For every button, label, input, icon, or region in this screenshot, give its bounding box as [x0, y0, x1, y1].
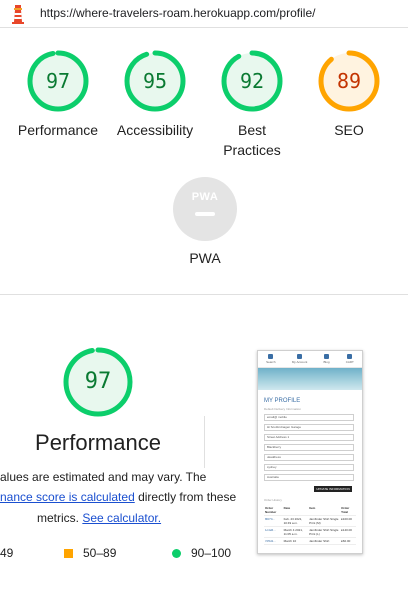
- score-calculation-link[interactable]: nance score is calculated: [0, 490, 135, 504]
- thumb-field: email@ mobile: [264, 414, 354, 421]
- legend-average-text: 50–89: [83, 546, 117, 560]
- thumb-nav: Search My Account Blog CART: [258, 351, 362, 368]
- gauge-seo-label: SEO: [334, 122, 364, 138]
- gauge-accessibility-label: Accessibility: [116, 122, 194, 138]
- estimate-note-line3-pre: metrics.: [37, 511, 83, 525]
- page-screenshot-thumbnail[interactable]: Search My Account Blog CART MY PROFILE D…: [257, 350, 363, 554]
- gauge-seo-score: 89: [336, 69, 362, 93]
- thumb-order-table: Order Number Date Item Order Total 8bf74...…: [264, 505, 356, 545]
- thumb-update-button: UPDATE INFORMATION: [314, 486, 352, 492]
- thumb-field: sydney: [264, 464, 354, 471]
- performance-detail-score: 97: [84, 369, 112, 394]
- estimate-note-line2-rest: directly from these: [134, 490, 237, 504]
- thumb-nav-item: Search: [266, 354, 276, 364]
- estimate-note-line3: metrics. See calculator.: [37, 511, 161, 525]
- legend-pass: 90–100: [172, 546, 231, 560]
- gauge-best-practices-label: Best Practices: [223, 122, 281, 158]
- square-icon: [64, 549, 73, 559]
- thumb-section-label: Default Delivery Information: [264, 407, 302, 411]
- thumb-page-title: MY PROFILE: [264, 398, 301, 404]
- section-divider: [0, 294, 408, 295]
- performance-detail-title: Performance: [35, 430, 161, 455]
- thumb-field: ukaddress: [264, 454, 354, 461]
- gauge-seo-ring: 89: [317, 49, 381, 113]
- lighthouse-icon: [10, 4, 26, 29]
- legend-fail: 49: [0, 546, 13, 560]
- circle-icon: [172, 549, 181, 559]
- estimate-note-line1: alues are estimated and may vary. The: [0, 470, 207, 484]
- thumb-nav-item: My Account: [292, 354, 307, 364]
- gauge-accessibility-score: 95: [142, 69, 168, 93]
- gauge-best-practices-ring: 92: [220, 49, 284, 113]
- estimate-note-line2: nance score is calculated directly from …: [0, 490, 236, 504]
- pwa-gauge[interactable]: PWA PWA: [150, 177, 260, 268]
- thumb-hero-image: [258, 368, 362, 390]
- url-bar[interactable]: https://where-travelers-roam.herokuapp.c…: [0, 0, 408, 28]
- thumb-field: Australia: [264, 474, 354, 481]
- calculator-link[interactable]: See calculator.: [82, 511, 161, 525]
- gauge-accessibility[interactable]: 95 Accessibility: [100, 49, 210, 140]
- performance-detail-gauge: 97: [62, 346, 134, 418]
- legend-pass-text: 90–100: [191, 546, 232, 560]
- thumb-field: Hi Scotfordnagen Garage: [264, 424, 354, 431]
- gauge-accessibility-ring: 95: [123, 49, 187, 113]
- legend-fail-text: 49: [0, 546, 14, 560]
- pwa-badge-text: PWA: [191, 191, 219, 203]
- gauge-performance[interactable]: 97 Performance: [3, 49, 113, 140]
- gauge-seo[interactable]: 89 SEO: [294, 49, 404, 140]
- thumb-order-row: 1c4a5... March 4 2021, 11:05 a.m. Jamfinde…: [264, 526, 356, 538]
- thumb-order-history-label: Order History: [264, 498, 282, 502]
- thumb-nav-item: CART: [346, 354, 354, 364]
- gauge-performance-label: Performance: [17, 122, 99, 138]
- pwa-badge: PWA: [173, 177, 237, 241]
- thumb-nav-item: Blog: [324, 354, 330, 364]
- gauge-best-practices[interactable]: 92 Best Practices: [197, 49, 307, 160]
- thumb-order-header-row: Order Number Date Item Order Total: [264, 505, 356, 516]
- gauge-performance-ring: 97: [26, 49, 90, 113]
- thumb-order-row: 8bf74... Feb. 23 2021, 10:49 a.m. Jamfinde…: [264, 515, 356, 527]
- gauge-performance-score: 97: [45, 69, 71, 93]
- thumb-order-row: 7d5d1... March 10 Jamfinder Shirt £60.00: [264, 537, 356, 545]
- detail-divider: [204, 416, 205, 468]
- thumb-field: Blackberry: [264, 444, 354, 451]
- gauge-best-practices-score: 92: [239, 69, 265, 93]
- pwa-label: PWA: [189, 250, 221, 266]
- legend-average: 50–89: [64, 546, 116, 560]
- thumb-field: Street Address 1: [264, 434, 354, 441]
- page-url[interactable]: https://where-travelers-roam.herokuapp.c…: [40, 6, 315, 20]
